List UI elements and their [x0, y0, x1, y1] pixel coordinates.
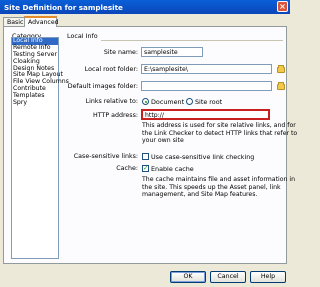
links-relative-label: Links relative to:: [85, 98, 138, 105]
title-bar: Site Definition for samplesite ×: [0, 0, 290, 14]
http-note-line: This address is used for site relative l…: [142, 122, 296, 129]
http-address-input[interactable]: http://: [141, 109, 270, 120]
cache-checkbox-label: Enable cache: [151, 165, 194, 173]
advanced-panel: Category Local Info Remote Info Testing …: [3, 26, 297, 264]
cache-note-line: The cache maintains file and asset infor…: [142, 176, 296, 183]
links-site-root-label: Site root: [195, 98, 223, 106]
local-root-input[interactable]: E:\samplesite\: [141, 64, 272, 74]
folder-icon[interactable]: [277, 82, 285, 90]
tab-advanced[interactable]: Advanced: [24, 16, 59, 27]
http-note: This address is used for site relative l…: [142, 122, 297, 145]
section-divider: [101, 40, 283, 41]
site-name-label: Site name:: [103, 49, 138, 56]
category-list[interactable]: Local Info Remote Info Testing Server Cl…: [11, 37, 69, 259]
help-button[interactable]: Help: [250, 271, 286, 283]
links-site-root-radio[interactable]: [186, 98, 193, 105]
default-images-label: Default images folder:: [67, 83, 138, 90]
case-sensitive-label: Case-sensitive links:: [73, 153, 138, 160]
links-document-label: Document: [151, 98, 185, 106]
cache-checkbox[interactable]: ✓: [142, 165, 149, 172]
case-sensitive-checkbox[interactable]: [142, 153, 149, 160]
local-root-label: Local root folder:: [84, 66, 138, 73]
site-name-input[interactable]: samplesite: [141, 47, 203, 57]
http-note-line: the Link Checker to detect HTTP links th…: [142, 129, 298, 137]
close-button[interactable]: ×: [277, 1, 288, 12]
default-images-input[interactable]: [141, 81, 272, 91]
links-document-radio[interactable]: [142, 98, 149, 105]
folder-icon[interactable]: [277, 65, 285, 73]
case-sensitive-checkbox-label: Use case-sensitive link checking: [151, 153, 255, 161]
section-title: Local Info: [67, 32, 98, 40]
close-icon: ×: [279, 2, 286, 11]
cache-note-line: management, and Site Map features.: [142, 191, 258, 199]
window-title: Site Definition for samplesite: [4, 3, 123, 12]
ok-button[interactable]: OK: [170, 271, 206, 283]
http-note-line: your own site: [142, 137, 184, 145]
cache-label: Cache:: [116, 165, 138, 172]
cache-note-line: the site. This speeds up the Asset panel…: [142, 183, 281, 191]
http-address-label: HTTP address:: [93, 112, 138, 119]
tab-basic[interactable]: Basic: [3, 17, 25, 26]
category-item-spry[interactable]: Spry: [12, 99, 58, 107]
cancel-button[interactable]: Cancel: [210, 271, 246, 283]
cache-note: The cache maintains file and asset infor…: [142, 176, 295, 199]
